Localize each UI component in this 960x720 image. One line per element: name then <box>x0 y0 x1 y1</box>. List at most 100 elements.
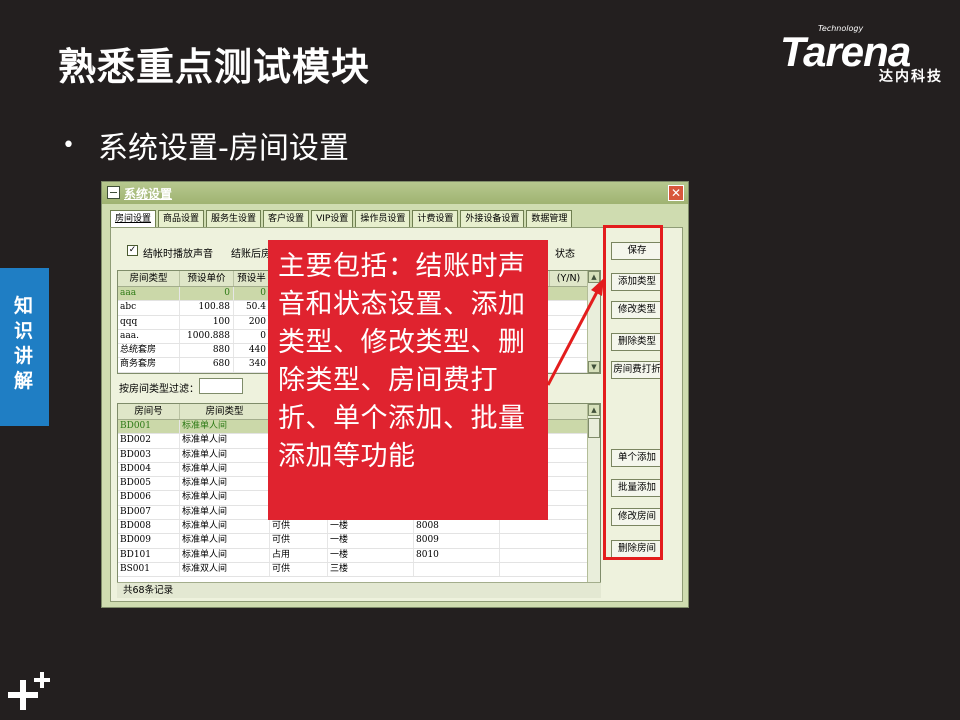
tab-room-settings[interactable]: 房间设置 <box>110 210 157 227</box>
cell: BD009 <box>118 534 180 548</box>
cell: 占用 <box>270 548 328 562</box>
filter-label: 按房间类型过滤： <box>119 384 199 395</box>
cell: 标准单人间 <box>180 477 270 491</box>
tab-bar: 房间设置 商品设置 服务生设置 客户设置 VIP设置 操作员设置 计费设置 外接… <box>110 210 574 228</box>
window-title: 系统设置 <box>124 187 173 201</box>
side-tab-char: 解 <box>14 370 34 392</box>
cell: 一楼 <box>328 548 414 562</box>
cell: 200 <box>234 315 270 329</box>
cell: 标准单人间 <box>180 434 270 448</box>
tab-vip-settings[interactable]: VIP设置 <box>311 210 354 227</box>
side-tab-char: 讲 <box>14 345 34 367</box>
bullet-dot: • <box>62 132 75 158</box>
cell: 标准单人间 <box>180 505 270 520</box>
cell: 0 <box>234 329 270 344</box>
cell: BD004 <box>118 462 180 477</box>
tab-waiter-settings[interactable]: 服务生设置 <box>206 210 262 227</box>
cell: 可供 <box>270 520 328 534</box>
scrollbar[interactable]: ▲ ▼ <box>587 271 600 373</box>
bullet-item: • 系统设置-房间设置 <box>62 123 349 167</box>
cell: 0 <box>234 287 270 301</box>
cell: 8008 <box>414 520 500 534</box>
record-count: 共68条记录 <box>117 582 601 598</box>
cell: 100 <box>180 315 234 329</box>
cell: 可供 <box>270 562 328 577</box>
scroll-down-icon[interactable]: ▼ <box>588 361 600 373</box>
cell: qqq <box>118 315 180 329</box>
tab-customer-settings[interactable]: 客户设置 <box>263 210 310 227</box>
close-icon[interactable]: ✕ <box>668 185 684 201</box>
cell: 标准单人间 <box>180 534 270 548</box>
cell: BD101 <box>118 548 180 562</box>
tab-goods-settings[interactable]: 商品设置 <box>158 210 205 227</box>
side-tab: 知 识 讲 解 <box>0 268 49 426</box>
room-type-filter-select[interactable] <box>199 378 243 394</box>
column-header[interactable]: 房间类型 <box>118 271 180 286</box>
bullet-text: 系统设置-房间设置 <box>98 131 349 166</box>
cell: BD008 <box>118 520 180 534</box>
cell: abc <box>118 301 180 315</box>
callout-box: 主要包括：结账时声音和状态设置、添加类型、修改类型、删除类型、房间费打折、单个添… <box>268 240 548 520</box>
cell: BS001 <box>118 562 180 577</box>
cell: 总统套房 <box>118 344 180 358</box>
tab-billing-settings[interactable]: 计费设置 <box>412 210 459 227</box>
highlight-box <box>603 225 663 560</box>
cell: 680 <box>180 358 234 372</box>
cell: BD003 <box>118 448 180 462</box>
plus-plus-icon <box>8 672 50 710</box>
cell: 三楼 <box>328 562 414 577</box>
cell <box>414 562 500 577</box>
cell: 880 <box>180 344 234 358</box>
cell: 一楼 <box>328 520 414 534</box>
column-header[interactable]: 预设单价 <box>180 271 234 286</box>
cell: BD006 <box>118 491 180 505</box>
window-titlebar[interactable]: 系统设置 ✕ <box>102 182 688 204</box>
column-header[interactable]: 房间号 <box>118 404 180 419</box>
cell: 340 <box>234 358 270 372</box>
cell: 8010 <box>414 548 500 562</box>
cell: aaa <box>118 287 180 301</box>
cell: BD002 <box>118 434 180 448</box>
status-label: 状态 <box>555 249 575 260</box>
cell: 标准单人间 <box>180 548 270 562</box>
table-row[interactable]: BD008 标准单人间 可供 一楼 8008 <box>118 520 600 535</box>
cell: 0 <box>180 287 234 301</box>
side-tab-char: 识 <box>14 320 34 342</box>
cell: 一楼 <box>328 534 414 548</box>
window-menu-icon[interactable] <box>107 186 120 199</box>
cell: 8009 <box>414 534 500 548</box>
cell: 标准单人间 <box>180 520 270 534</box>
tab-data-management[interactable]: 数据管理 <box>526 210 573 227</box>
tab-operator-settings[interactable]: 操作员设置 <box>355 210 411 227</box>
table-row[interactable]: BD101 标准单人间 占用 一楼 8010 <box>118 548 600 563</box>
cell: 标准单人间 <box>180 420 270 434</box>
tab-device-settings[interactable]: 外接设备设置 <box>460 210 525 227</box>
cell: 100.88 <box>180 301 234 315</box>
cell: BD001 <box>118 420 180 434</box>
scroll-thumb[interactable] <box>588 418 600 438</box>
cell: 1000.888 <box>180 329 234 344</box>
cell: 标准双人间 <box>180 562 270 577</box>
scroll-up-icon[interactable]: ▲ <box>588 404 600 416</box>
cell: aaa. <box>118 329 180 344</box>
column-header[interactable]: 预设半 <box>234 271 270 286</box>
cell: BD005 <box>118 477 180 491</box>
cell: 标准单人间 <box>180 462 270 477</box>
side-tab-char: 知 <box>14 295 34 317</box>
cell: BD007 <box>118 505 180 520</box>
cell: 标准单人间 <box>180 491 270 505</box>
cell: 50.4 <box>234 301 270 315</box>
table-row[interactable]: BS001 标准双人间 可供 三楼 <box>118 562 600 578</box>
scrollbar[interactable]: ▲ ▼ <box>587 404 600 594</box>
column-header[interactable]: 房间类型 <box>180 404 270 419</box>
tarena-logo: Technology Tarena 达内科技 <box>780 24 945 88</box>
scroll-up-icon[interactable]: ▲ <box>588 271 600 283</box>
callout-text: 主要包括：结账时声音和状态设置、添加类型、修改类型、删除类型、房间费打折、单个添… <box>278 251 526 472</box>
column-header[interactable]: (Y/N) <box>550 271 588 286</box>
cell: 可供 <box>270 534 328 548</box>
sound-checkbox[interactable]: ✓ <box>127 245 138 256</box>
table-row[interactable]: BD009 标准单人间 可供 一楼 8009 <box>118 534 600 549</box>
sound-checkbox-label: 结帐时播放声音 <box>143 249 213 260</box>
after-checkout-label: 结账后房 <box>231 249 271 260</box>
cell: 商务套房 <box>118 358 180 372</box>
